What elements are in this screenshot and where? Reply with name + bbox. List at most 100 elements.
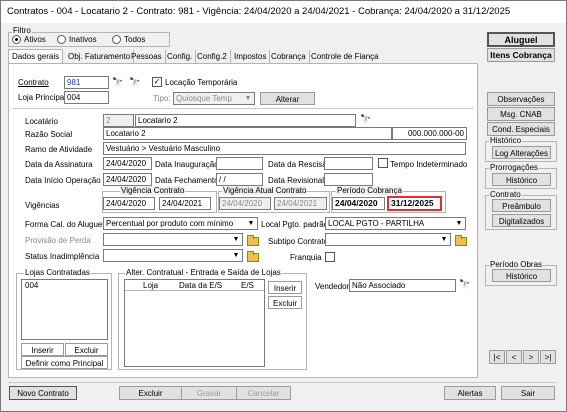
aluguel-button[interactable]: Aluguel: [487, 32, 555, 47]
cond-especiais-button[interactable]: Cond. Especiais: [487, 122, 555, 136]
contrato-label: Contrato: [18, 78, 49, 87]
periodo-cobranca-label: Período Cobrança: [336, 186, 403, 195]
alertas-button[interactable]: Alertas: [444, 386, 496, 400]
subtipo-select[interactable]: ▼: [325, 233, 451, 246]
local-pgto-select[interactable]: LOCAL PGTO - PARTILHA ▼: [325, 217, 466, 230]
folder-icon[interactable]: [245, 233, 259, 246]
data-fechamento-label: Data Fechamento: [155, 176, 219, 185]
forma-calculo-select[interactable]: Percentual por produto com mínimo ▼: [103, 217, 258, 230]
lojas-list[interactable]: 004: [21, 279, 108, 340]
folder-icon[interactable]: [245, 249, 259, 262]
first-record-button[interactable]: |<: [489, 350, 505, 364]
loja-principal-input[interactable]: 004: [64, 91, 109, 104]
tab-cobranca[interactable]: Cobrança: [268, 50, 310, 64]
itens-cobranca-button[interactable]: Itens Cobrança: [487, 48, 555, 62]
radio-inativos[interactable]: [57, 35, 66, 44]
tipo-select: Quiosque Temp ▼: [173, 92, 255, 105]
data-fechamento-input[interactable]: / /: [216, 173, 263, 186]
chevron-down-icon: ▼: [440, 236, 448, 243]
subtipo-label: Subtipo Contrato: [268, 237, 329, 246]
folder-icon[interactable]: [453, 233, 467, 246]
definir-principal-button[interactable]: Definir como Principal: [21, 356, 108, 369]
cancelar-button[interactable]: Cancelar: [236, 386, 291, 400]
log-alteracoes-button[interactable]: Log Alterações: [492, 146, 551, 159]
table-header: Loja Data da E/S E/S: [125, 280, 264, 291]
data-inauguracao-input[interactable]: [216, 157, 263, 170]
ramo-input[interactable]: Vestuário > Vestuário Masculino: [103, 142, 466, 155]
digitalizados-button[interactable]: Digitalizados: [492, 214, 551, 227]
radio-ativos[interactable]: [12, 35, 21, 44]
data-rescisao-input[interactable]: [324, 157, 373, 170]
cnpj-value: 000.000.000-00: [407, 129, 464, 138]
list-item[interactable]: 004: [22, 280, 107, 291]
tab-dados-gerais[interactable]: Dados gerais: [8, 49, 64, 64]
locatario-name-input[interactable]: Locatario 2: [135, 114, 356, 127]
last-record-button[interactable]: >|: [540, 350, 556, 364]
periodo-obras-group-label: Período Obras: [489, 260, 544, 269]
razao-social-input[interactable]: Locatario 2: [103, 127, 392, 140]
excluir-alter-button[interactable]: Excluir: [268, 296, 302, 309]
sair-button[interactable]: Sair: [501, 386, 555, 400]
gravar-button[interactable]: Gravar: [181, 386, 237, 400]
periodo-cobranca-end[interactable]: 31/12/2025: [387, 196, 442, 211]
forma-calculo-value: Percentual por produto com mínimo: [106, 219, 234, 228]
radio-todos-label: Todos: [124, 35, 146, 44]
column-loja[interactable]: Loja: [143, 281, 158, 290]
column-es[interactable]: E/S: [241, 281, 254, 290]
data-assinatura-input[interactable]: 24/04/2020: [103, 157, 152, 170]
preambulo-button[interactable]: Preâmbulo: [492, 199, 551, 212]
tab-controle-fianca[interactable]: Controle de Fiança: [308, 50, 382, 64]
locacao-temporaria-label: Locação Temporária: [165, 78, 238, 87]
filtro-label: Filtro: [12, 26, 32, 35]
data-inicio-label: Data Início Operação: [25, 176, 101, 185]
historico-obras-button[interactable]: Histórico: [492, 269, 551, 282]
binoculars-icon[interactable]: 🔭: [458, 278, 472, 291]
vigencia-contrato-end[interactable]: 24/04/2021: [159, 197, 211, 210]
tab-config[interactable]: Config.: [164, 50, 197, 64]
tempo-indeterminado-label: Tempo Indeterminado: [390, 160, 468, 169]
data-revisional-label: Data Revisional: [268, 176, 325, 185]
tab-obj-faturamento[interactable]: Obj. Faturamento: [65, 50, 135, 64]
data-revisional-input[interactable]: [324, 173, 373, 186]
periodo-cobranca-start[interactable]: 24/04/2020: [332, 197, 385, 210]
tempo-indeterminado-checkbox[interactable]: [378, 158, 388, 168]
chevron-down-icon: ▼: [232, 236, 240, 243]
locacao-temporaria-checkbox[interactable]: ✓: [152, 77, 162, 87]
binoculars-icon[interactable]: 🔭: [128, 76, 142, 89]
excluir-button[interactable]: Excluir: [119, 386, 182, 400]
tab-pessoas[interactable]: Pessoas: [128, 50, 166, 64]
loja-principal-label: Loja Principal: [18, 93, 67, 102]
data-inicio-input[interactable]: 24/04/2020: [103, 173, 152, 186]
binoculars-icon[interactable]: 🔭: [111, 76, 125, 89]
novo-contrato-button[interactable]: Novo Contrato: [9, 386, 77, 400]
radio-todos[interactable]: [112, 35, 121, 44]
contrato-input[interactable]: 981: [64, 76, 109, 89]
historico-prorrogacoes-button[interactable]: Histórico: [492, 173, 551, 186]
prev-record-button[interactable]: <: [506, 350, 522, 364]
locatario-code-input[interactable]: 2: [103, 114, 134, 127]
local-pgto-label: Local Pgto. padrão: [261, 220, 329, 229]
msg-cnab-button[interactable]: Msg. CNAB: [487, 107, 555, 121]
chevron-down-icon: ▼: [232, 252, 240, 259]
vigencia-contrato-start[interactable]: 24/04/2020: [103, 197, 155, 210]
next-record-button[interactable]: >: [523, 350, 539, 364]
tab-config2[interactable]: Config.2: [194, 50, 231, 64]
vendedor-input[interactable]: Não Associado: [349, 279, 456, 292]
cnpj-input[interactable]: 000.000.000-00: [392, 127, 467, 140]
tab-impostos[interactable]: Impostos: [231, 50, 271, 64]
status-inadimplencia-select[interactable]: ▼: [103, 249, 243, 262]
franquia-checkbox[interactable]: [325, 252, 335, 262]
historico-group-label: Histórico: [489, 136, 523, 145]
binoculars-icon[interactable]: 🔭: [359, 113, 373, 126]
inserir-loja-button[interactable]: Inserir: [21, 343, 64, 356]
inserir-alter-button[interactable]: Inserir: [268, 281, 302, 294]
alter-table[interactable]: Loja Data da E/S E/S: [124, 279, 265, 367]
observacoes-button[interactable]: Observações: [487, 92, 555, 106]
excluir-loja-button[interactable]: Excluir: [65, 343, 108, 356]
provisao-label: Provisão de Perda: [25, 236, 91, 245]
provisao-select[interactable]: ▼: [103, 233, 243, 246]
alterar-button[interactable]: Alterar: [260, 92, 315, 105]
vigencias-label: Vigências: [25, 201, 60, 210]
column-data-es[interactable]: Data da E/S: [179, 281, 222, 290]
window-title: Contratos - 004 - Locatario 2 - Contrato…: [7, 6, 511, 17]
